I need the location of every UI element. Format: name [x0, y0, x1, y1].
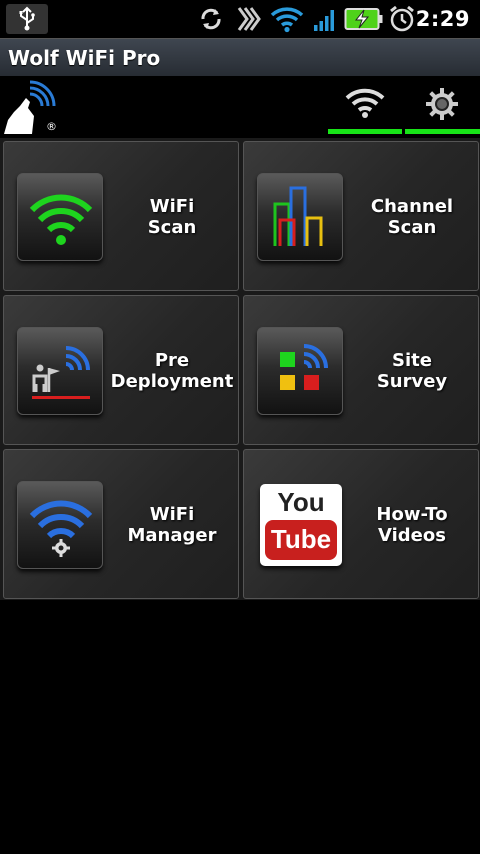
wifi-manager-button[interactable]: WiFi Manager — [3, 449, 239, 599]
tab-settings-indicator — [405, 129, 480, 134]
tile-label-line1: WiFi — [149, 196, 195, 217]
youtube-you-text: You — [277, 487, 325, 517]
tile-label-line1: Pre — [154, 350, 190, 371]
tile-label-line2: Videos — [378, 525, 446, 546]
alarm-icon — [388, 4, 416, 34]
tile-label-line1: Site — [392, 350, 432, 371]
wifi-manager-icon — [17, 481, 103, 569]
tab-wifi-indicator — [328, 129, 402, 134]
tile-label-line1: How-To — [376, 504, 448, 525]
how-to-videos-button[interactable]: You Tube How-To Videos — [243, 449, 479, 599]
youtube-icon: You Tube — [260, 484, 342, 566]
tile-label-line2: Manager — [127, 525, 217, 546]
gear-icon — [424, 86, 460, 126]
wifi-scan-icon — [17, 173, 103, 261]
title-bar: Wolf WiFi Pro — [0, 38, 480, 76]
wifi-signal-icon — [270, 4, 304, 34]
pre-deployment-icon — [17, 327, 103, 415]
registered-mark: ® — [46, 120, 57, 133]
bluetooth-icon — [235, 4, 263, 34]
tile-label-line2: Scan — [147, 217, 197, 238]
youtube-tube-text: Tube — [270, 524, 332, 554]
tile-label-line2: Scan — [387, 217, 437, 238]
app-title: Wolf WiFi Pro — [8, 46, 161, 70]
tile-label: Channel Scan — [344, 142, 480, 292]
status-bar: 2:29 — [0, 0, 480, 38]
channel-scan-button[interactable]: Channel Scan — [243, 141, 479, 291]
channel-bars-icon — [257, 173, 343, 261]
cell-signal-icon — [311, 4, 339, 34]
tile-label: WiFi Scan — [104, 142, 240, 292]
clock: 2:29 — [415, 7, 470, 31]
tile-label-line2: Survey — [376, 371, 448, 392]
tile-label: Site Survey — [344, 296, 480, 446]
tile-label: WiFi Manager — [104, 450, 240, 600]
tab-wifi[interactable] — [328, 76, 402, 134]
tile-label: How-To Videos — [344, 450, 480, 600]
tile-label-line2: Deployment — [110, 371, 234, 392]
main-menu-grid: WiFi Scan Channel Scan Pre Deployment Si… — [0, 138, 480, 600]
tile-label: Pre Deployment — [104, 296, 240, 446]
site-survey-icon — [257, 327, 343, 415]
site-survey-button[interactable]: Site Survey — [243, 295, 479, 445]
tile-label-line1: WiFi — [149, 504, 195, 525]
usb-icon — [6, 4, 48, 34]
pre-deployment-button[interactable]: Pre Deployment — [3, 295, 239, 445]
wifi-scan-button[interactable]: WiFi Scan — [3, 141, 239, 291]
tile-label-line1: Channel — [370, 196, 454, 217]
sync-icon — [196, 4, 226, 34]
wifi-icon — [345, 86, 385, 124]
tab-settings[interactable] — [405, 76, 480, 134]
battery-charging-icon — [344, 4, 384, 34]
toolbar: ® — [0, 76, 480, 138]
